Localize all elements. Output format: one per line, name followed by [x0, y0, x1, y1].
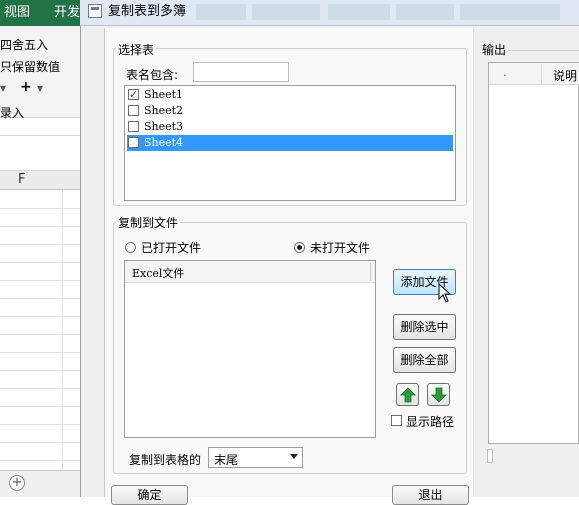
sheet1-checkbox[interactable] [128, 87, 139, 103]
radio-opened-files-label[interactable]: 已打开文件 [141, 239, 201, 256]
tab-view[interactable]: 视图 [4, 0, 30, 26]
column-divider [370, 263, 371, 281]
round-button[interactable]: 四舍五入 [0, 36, 48, 53]
output-list[interactable] [488, 62, 579, 444]
select-sheets-label: 选择表 [116, 41, 157, 58]
grid-row-line [0, 406, 80, 407]
green-up-arrow-icon [400, 387, 416, 403]
titlebar-decoration [328, 4, 390, 20]
tab-developer[interactable]: 开发 [54, 0, 80, 26]
ok-button[interactable]: 确定 [111, 485, 188, 505]
sheet3-checkbox[interactable] [128, 121, 139, 132]
output-list-header[interactable]: . 说明 [489, 63, 579, 85]
grid-row-line [0, 388, 80, 389]
grid-row-line [0, 298, 80, 299]
radio-opened-files[interactable] [125, 242, 136, 253]
keep-value-button[interactable]: 只保留数值 [0, 58, 60, 75]
grid-row-line [0, 316, 80, 317]
output-group-border [508, 50, 579, 51]
dropdown-arrow-icon[interactable]: ▾ [37, 81, 43, 95]
chevron-down-icon [290, 454, 298, 459]
dialog-title: 复制表到多簿 [108, 4, 187, 19]
column-header[interactable] [0, 170, 80, 190]
green-down-arrow-icon [431, 387, 447, 403]
titlebar-decoration [396, 4, 454, 20]
exit-button[interactable]: 退出 [392, 485, 469, 505]
delete-selected-button[interactable]: 删除选中 [393, 314, 456, 340]
grid-row-line [0, 460, 80, 461]
radio-unopened-files-label[interactable]: 未打开文件 [310, 239, 370, 256]
column-letter: F [18, 172, 26, 187]
sheet-name: Sheet3 [144, 120, 184, 133]
grid-row-line [0, 262, 80, 263]
delete-all-button[interactable]: 删除全部 [393, 347, 456, 373]
output-column-2: 说明 [553, 69, 578, 83]
list-item[interactable]: Sheet2 [127, 103, 453, 119]
sheet4-checkbox[interactable] [128, 137, 139, 148]
sheet2-checkbox[interactable] [128, 105, 139, 116]
grid-row-line [0, 352, 80, 353]
copy-position-label: 复制到表格的 [129, 453, 202, 467]
grid-column-line [62, 190, 63, 470]
list-item-selected[interactable]: Sheet4 [127, 135, 453, 151]
sheet-filter-input[interactable] [193, 62, 289, 82]
copy-position-select[interactable]: 末尾 [208, 447, 303, 468]
show-path-checkbox[interactable] [391, 415, 402, 426]
sheet-name: Sheet4 [144, 136, 184, 149]
grid-row-line [0, 442, 80, 443]
grid-row-line [0, 226, 80, 227]
plus-icon[interactable]: + [20, 79, 32, 95]
show-path-label[interactable]: 显示路径 [406, 413, 454, 430]
grid-row-line [0, 244, 80, 245]
list-item[interactable]: Sheet1 [127, 87, 453, 103]
radio-unopened-files[interactable] [294, 242, 305, 253]
grid-row-line [0, 208, 80, 209]
output-label: 输出 [482, 43, 507, 57]
copy-to-file-label: 复制到文件 [116, 214, 181, 231]
sheet-name: Sheet2 [144, 104, 184, 117]
titlebar-decoration [252, 4, 320, 20]
copy-position-value: 末尾 [214, 453, 239, 467]
grid-row-line [0, 280, 80, 281]
sheet-name: Sheet1 [144, 88, 184, 101]
titlebar-decoration [460, 4, 560, 20]
output-scroll-stub[interactable] [487, 449, 493, 463]
formula-bar-area [0, 135, 80, 170]
output-column-1: . [503, 65, 507, 79]
dropdown-arrow-icon[interactable]: ▾ [0, 81, 6, 95]
mouse-cursor-icon [438, 283, 452, 303]
file-list-header[interactable]: Excel文件 [125, 261, 375, 283]
file-list[interactable] [124, 260, 376, 438]
grid-row-line [0, 334, 80, 335]
grid-row-line [0, 370, 80, 371]
sheet-filter-label: 表名包含: [126, 68, 179, 82]
move-down-button[interactable] [427, 383, 450, 406]
list-item[interactable]: Sheet3 [127, 119, 453, 135]
add-sheet-button[interactable]: + [9, 475, 25, 491]
dialog-app-icon [88, 4, 102, 18]
file-list-header-label: Excel文件 [132, 267, 185, 280]
move-up-button[interactable] [396, 383, 419, 406]
titlebar-decoration [196, 4, 246, 20]
grid-row-line [0, 424, 80, 425]
column-divider [541, 64, 542, 84]
